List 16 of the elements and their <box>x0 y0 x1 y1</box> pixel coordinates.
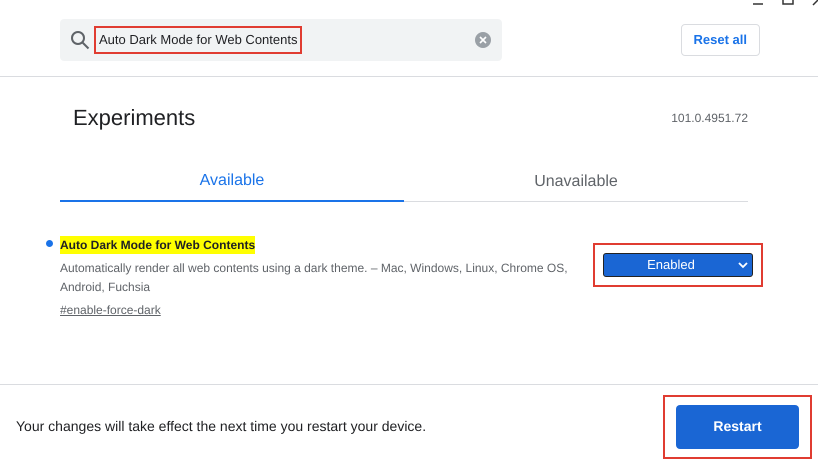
reset-all-button[interactable]: Reset all <box>680 24 760 56</box>
flag-title: Auto Dark Mode for Web Contents <box>60 236 256 254</box>
flag-description: Automatically render all web contents using a dark theme. – Mac, Windows, Linux, Chrome OS, Android, Fuchsia <box>60 260 569 296</box>
flag-select[interactable]: Enabled <box>603 253 753 277</box>
tab[interactable]: Unavailable <box>404 162 748 202</box>
flag-link[interactable]: #enable-force-dark <box>60 301 161 319</box>
restart-message: Your changes will take effect the next time you restart your device. <box>16 417 426 436</box>
page-title: Experiments <box>73 104 196 132</box>
search-icon <box>70 30 90 50</box>
clear-icon[interactable] <box>474 31 492 49</box>
chevron-icon <box>738 261 748 269</box>
version-text: 101.0.4951.72 <box>671 110 748 126</box>
search-text: Auto Dark Mode for Web Contents <box>94 26 302 54</box>
restart-button[interactable]: Restart <box>676 404 799 448</box>
search-field[interactable]: Auto Dark Mode for Web Contents <box>60 19 502 61</box>
tab[interactable]: Available <box>60 162 404 202</box>
